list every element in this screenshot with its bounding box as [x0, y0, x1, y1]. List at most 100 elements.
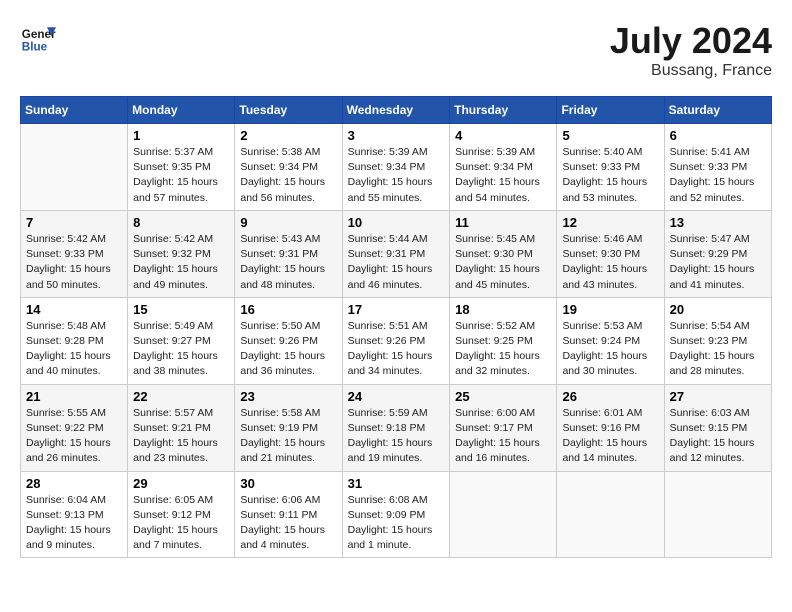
day-info: Sunrise: 5:41 AM Sunset: 9:33 PM Dayligh… — [670, 145, 766, 206]
calendar-day-cell: 11 Sunrise: 5:45 AM Sunset: 9:30 PM Dayli… — [450, 210, 557, 297]
sub-title: Bussang, France — [610, 62, 772, 80]
day-info: Sunrise: 5:58 AM Sunset: 9:19 PM Dayligh… — [240, 406, 336, 467]
column-header-sunday: Sunday — [21, 97, 128, 124]
day-info: Sunrise: 6:04 AM Sunset: 9:13 PM Dayligh… — [26, 493, 122, 554]
calendar-day-cell: 30 Sunrise: 6:06 AM Sunset: 9:11 PM Dayli… — [235, 471, 342, 558]
day-info: Sunrise: 5:42 AM Sunset: 9:33 PM Dayligh… — [26, 232, 122, 293]
day-info: Sunrise: 5:52 AM Sunset: 9:25 PM Dayligh… — [455, 319, 551, 380]
day-info: Sunrise: 6:01 AM Sunset: 9:16 PM Dayligh… — [562, 406, 658, 467]
day-info: Sunrise: 5:39 AM Sunset: 9:34 PM Dayligh… — [348, 145, 445, 206]
day-info: Sunrise: 5:40 AM Sunset: 9:33 PM Dayligh… — [562, 145, 658, 206]
calendar-day-cell — [450, 471, 557, 558]
calendar-day-cell: 25Sunrise: 6:00 AM Sunset: 9:17 PM Dayli… — [450, 384, 557, 471]
column-header-friday: Friday — [557, 97, 664, 124]
day-info: Sunrise: 5:59 AM Sunset: 9:18 PM Dayligh… — [348, 406, 445, 467]
calendar-day-cell: 23 Sunrise: 5:58 AM Sunset: 9:19 PM Dayli… — [235, 384, 342, 471]
day-number: 31 — [348, 476, 445, 491]
column-header-monday: Monday — [128, 97, 235, 124]
calendar-day-cell: 4Sunrise: 5:39 AM Sunset: 9:34 PM Daylig… — [450, 124, 557, 211]
calendar-day-cell — [21, 124, 128, 211]
day-number: 4 — [455, 128, 551, 143]
day-info: Sunrise: 6:00 AM Sunset: 9:17 PM Dayligh… — [455, 406, 551, 467]
column-header-saturday: Saturday — [664, 97, 771, 124]
calendar-day-cell: 9 Sunrise: 5:43 AM Sunset: 9:31 PM Daylig… — [235, 210, 342, 297]
day-number: 19 — [562, 302, 658, 317]
day-number: 14 — [26, 302, 122, 317]
calendar-day-cell: 8Sunrise: 5:42 AM Sunset: 9:32 PM Daylig… — [128, 210, 235, 297]
calendar-day-cell: 12Sunrise: 5:46 AM Sunset: 9:30 PM Dayli… — [557, 210, 664, 297]
calendar-day-cell: 21 Sunrise: 5:55 AM Sunset: 9:22 PM Dayli… — [21, 384, 128, 471]
column-header-thursday: Thursday — [450, 97, 557, 124]
day-info: Sunrise: 5:48 AM Sunset: 9:28 PM Dayligh… — [26, 319, 122, 380]
day-info: Sunrise: 5:47 AM Sunset: 9:29 PM Dayligh… — [670, 232, 766, 293]
column-header-tuesday: Tuesday — [235, 97, 342, 124]
day-info: Sunrise: 5:45 AM Sunset: 9:30 PM Dayligh… — [455, 232, 551, 293]
day-number: 23 — [240, 389, 336, 404]
day-number: 2 — [240, 128, 336, 143]
logo-icon: General Blue — [20, 20, 56, 56]
day-info: Sunrise: 5:38 AM Sunset: 9:34 PM Dayligh… — [240, 145, 336, 206]
day-info: Sunrise: 6:05 AM Sunset: 9:12 PM Dayligh… — [133, 493, 229, 554]
day-number: 17 — [348, 302, 445, 317]
calendar-day-cell: 26 Sunrise: 6:01 AM Sunset: 9:16 PM Dayli… — [557, 384, 664, 471]
day-number: 21 — [26, 389, 122, 404]
calendar-day-cell: 7 Sunrise: 5:42 AM Sunset: 9:33 PM Daylig… — [21, 210, 128, 297]
day-info: Sunrise: 5:50 AM Sunset: 9:26 PM Dayligh… — [240, 319, 336, 380]
calendar-day-cell: 16 Sunrise: 5:50 AM Sunset: 9:26 PM Dayli… — [235, 297, 342, 384]
day-number: 5 — [562, 128, 658, 143]
main-title: July 2024 — [610, 20, 772, 62]
day-number: 27 — [670, 389, 766, 404]
day-number: 16 — [240, 302, 336, 317]
day-number: 7 — [26, 215, 122, 230]
day-number: 20 — [670, 302, 766, 317]
logo: General Blue — [20, 20, 56, 56]
calendar-day-cell — [557, 471, 664, 558]
calendar-day-cell: 19Sunrise: 5:53 AM Sunset: 9:24 PM Dayli… — [557, 297, 664, 384]
calendar-day-cell — [664, 471, 771, 558]
day-info: Sunrise: 5:43 AM Sunset: 9:31 PM Dayligh… — [240, 232, 336, 293]
calendar-day-cell: 29Sunrise: 6:05 AM Sunset: 9:12 PM Dayli… — [128, 471, 235, 558]
calendar-day-cell: 5 Sunrise: 5:40 AM Sunset: 9:33 PM Daylig… — [557, 124, 664, 211]
calendar-day-cell: 14 Sunrise: 5:48 AM Sunset: 9:28 PM Dayli… — [21, 297, 128, 384]
calendar-day-cell: 3 Sunrise: 5:39 AM Sunset: 9:34 PM Daylig… — [342, 124, 450, 211]
day-info: Sunrise: 5:51 AM Sunset: 9:26 PM Dayligh… — [348, 319, 445, 380]
column-header-wednesday: Wednesday — [342, 97, 450, 124]
day-info: Sunrise: 6:03 AM Sunset: 9:15 PM Dayligh… — [670, 406, 766, 467]
day-number: 10 — [348, 215, 445, 230]
day-number: 13 — [670, 215, 766, 230]
title-block: July 2024 Bussang, France — [610, 20, 772, 80]
day-number: 24 — [348, 389, 445, 404]
day-info: Sunrise: 5:49 AM Sunset: 9:27 PM Dayligh… — [133, 319, 229, 380]
day-number: 26 — [562, 389, 658, 404]
day-number: 9 — [240, 215, 336, 230]
calendar-day-cell: 2 Sunrise: 5:38 AM Sunset: 9:34 PM Daylig… — [235, 124, 342, 211]
day-info: Sunrise: 6:06 AM Sunset: 9:11 PM Dayligh… — [240, 493, 336, 554]
calendar-week-row: 14 Sunrise: 5:48 AM Sunset: 9:28 PM Dayli… — [21, 297, 772, 384]
calendar-day-cell: 1Sunrise: 5:37 AM Sunset: 9:35 PM Daylig… — [128, 124, 235, 211]
day-info: Sunrise: 6:08 AM Sunset: 9:09 PM Dayligh… — [348, 493, 445, 554]
day-number: 6 — [670, 128, 766, 143]
calendar-day-cell: 28 Sunrise: 6:04 AM Sunset: 9:13 PM Dayli… — [21, 471, 128, 558]
calendar-day-cell: 18 Sunrise: 5:52 AM Sunset: 9:25 PM Dayli… — [450, 297, 557, 384]
calendar-day-cell: 31 Sunrise: 6:08 AM Sunset: 9:09 PM Dayli… — [342, 471, 450, 558]
calendar-week-row: 7 Sunrise: 5:42 AM Sunset: 9:33 PM Daylig… — [21, 210, 772, 297]
day-number: 15 — [133, 302, 229, 317]
day-info: Sunrise: 5:55 AM Sunset: 9:22 PM Dayligh… — [26, 406, 122, 467]
calendar-week-row: 21 Sunrise: 5:55 AM Sunset: 9:22 PM Dayli… — [21, 384, 772, 471]
calendar-week-row: 28 Sunrise: 6:04 AM Sunset: 9:13 PM Dayli… — [21, 471, 772, 558]
day-number: 11 — [455, 215, 551, 230]
calendar-day-cell: 27 Sunrise: 6:03 AM Sunset: 9:15 PM Dayli… — [664, 384, 771, 471]
page-header: General Blue July 2024 Bussang, France — [20, 20, 772, 80]
day-info: Sunrise: 5:46 AM Sunset: 9:30 PM Dayligh… — [562, 232, 658, 293]
calendar-week-row: 1Sunrise: 5:37 AM Sunset: 9:35 PM Daylig… — [21, 124, 772, 211]
calendar-day-cell: 6 Sunrise: 5:41 AM Sunset: 9:33 PM Daylig… — [664, 124, 771, 211]
day-number: 1 — [133, 128, 229, 143]
day-number: 3 — [348, 128, 445, 143]
day-number: 22 — [133, 389, 229, 404]
day-number: 18 — [455, 302, 551, 317]
day-number: 8 — [133, 215, 229, 230]
calendar-day-cell: 22Sunrise: 5:57 AM Sunset: 9:21 PM Dayli… — [128, 384, 235, 471]
day-number: 28 — [26, 476, 122, 491]
day-number: 30 — [240, 476, 336, 491]
calendar-table: SundayMondayTuesdayWednesdayThursdayFrid… — [20, 96, 772, 558]
